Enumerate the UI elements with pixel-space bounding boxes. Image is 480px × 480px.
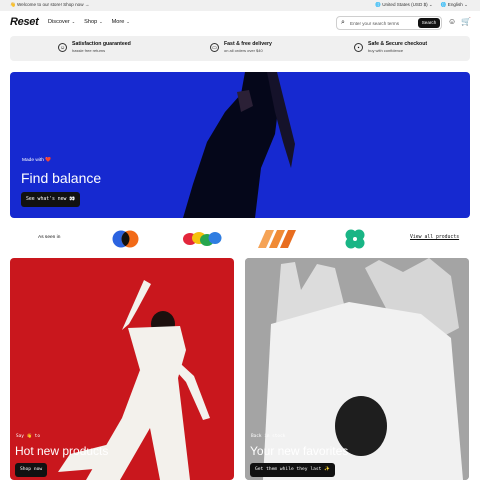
benefits-strip: ☺ Satisfaction guaranteed hassle free re… — [10, 36, 470, 61]
header: Reset Discover ⌄ Shop ⌄ More ⌄ ⌕ Enter your… — [0, 11, 480, 35]
search-icon: ⌕ — [341, 19, 345, 26]
benefit-item: ▭ Fast & free delivery on all orders ove… — [210, 41, 272, 53]
truck-icon: ▭ — [210, 42, 219, 52]
benefit-title: Satisfaction guaranteed — [72, 41, 131, 47]
logo[interactable]: Reset — [10, 16, 39, 28]
benefit-title: Safe & Secure checkout — [368, 41, 428, 47]
language-selector[interactable]: 🌐 English ⌄ — [441, 2, 468, 8]
view-all-products-link[interactable]: View all products — [410, 235, 459, 240]
card-eyebrow: Back in stock — [251, 434, 286, 439]
menu-item-discover[interactable]: Discover ⌄ — [48, 19, 75, 25]
search-bar: ⌕ Enter your search terms Search — [336, 16, 442, 30]
card-eyebrow: Say 👋 to — [16, 434, 40, 439]
menu-label: Discover — [48, 19, 70, 25]
as-seen-in-label: As seen in — [38, 235, 61, 240]
card-title: Your new favorites — [250, 444, 349, 458]
benefit-item: ☺ Satisfaction guaranteed hassle free re… — [58, 41, 131, 53]
card-title: Hot new products — [15, 444, 109, 458]
search-input[interactable]: Enter your search terms — [350, 21, 399, 26]
menu-label: Shop — [84, 19, 98, 25]
search-button[interactable]: Search — [418, 18, 440, 28]
lock-icon: ▪ — [354, 42, 363, 52]
hero-banner[interactable]: Made with ❤️ Find balance See what's new… — [10, 72, 470, 218]
menu-item-more[interactable]: More ⌄ — [112, 19, 130, 25]
chevron-down-icon: ⌄ — [126, 19, 130, 24]
chevron-down-icon: ⌄ — [99, 19, 103, 24]
brand-logo-clover-icon[interactable] — [344, 228, 366, 250]
benefit-item: ▪ Safe & Secure checkout buy with confid… — [354, 41, 427, 53]
hero-title: Find balance — [21, 170, 102, 186]
brand-logo-circles-icon[interactable] — [112, 229, 140, 249]
get-them-button[interactable]: Get them while they last ✨ — [250, 463, 335, 477]
brand-logo-wave-icon[interactable] — [182, 231, 222, 247]
hero-eyebrow: Made with ❤️ — [22, 158, 52, 163]
shop-now-button[interactable]: Shop now — [15, 463, 48, 477]
announcement-message[interactable]: 👋 Welcome to our store! Shop now → — [10, 2, 89, 8]
benefit-title: Fast & free delivery — [224, 41, 272, 47]
cart-icon[interactable]: 🛒 — [461, 17, 471, 26]
account-icon[interactable]: ☺ — [448, 17, 456, 26]
as-seen-in: As seen in View all products — [0, 222, 480, 254]
menu-item-shop[interactable]: Shop ⌄ — [84, 19, 102, 25]
main-menu: Discover ⌄ Shop ⌄ More ⌄ — [48, 19, 130, 25]
announcement-bar: 👋 Welcome to our store! Shop now → 🌐 Uni… — [0, 0, 480, 11]
menu-label: More — [111, 19, 125, 25]
smile-icon: ☺ — [58, 42, 67, 52]
benefit-subtitle: hassle free returns — [72, 48, 106, 53]
brand-logo-stripes-icon[interactable] — [258, 230, 298, 248]
benefit-subtitle: on all orders over $40 — [224, 48, 263, 53]
hero-model-image — [183, 72, 295, 218]
see-whats-new-button[interactable]: See what's new 👀 — [21, 192, 81, 207]
chevron-down-icon: ⌄ — [71, 19, 76, 24]
promo-card-favorites[interactable]: Back in stock Your new favorites Get the… — [245, 258, 469, 480]
country-selector[interactable]: 🌐 United States (USD $) ⌄ — [375, 2, 433, 8]
promo-card-new-products[interactable]: Say 👋 to Hot new products Shop now — [10, 258, 234, 480]
benefit-subtitle: buy with confidence — [368, 48, 404, 53]
